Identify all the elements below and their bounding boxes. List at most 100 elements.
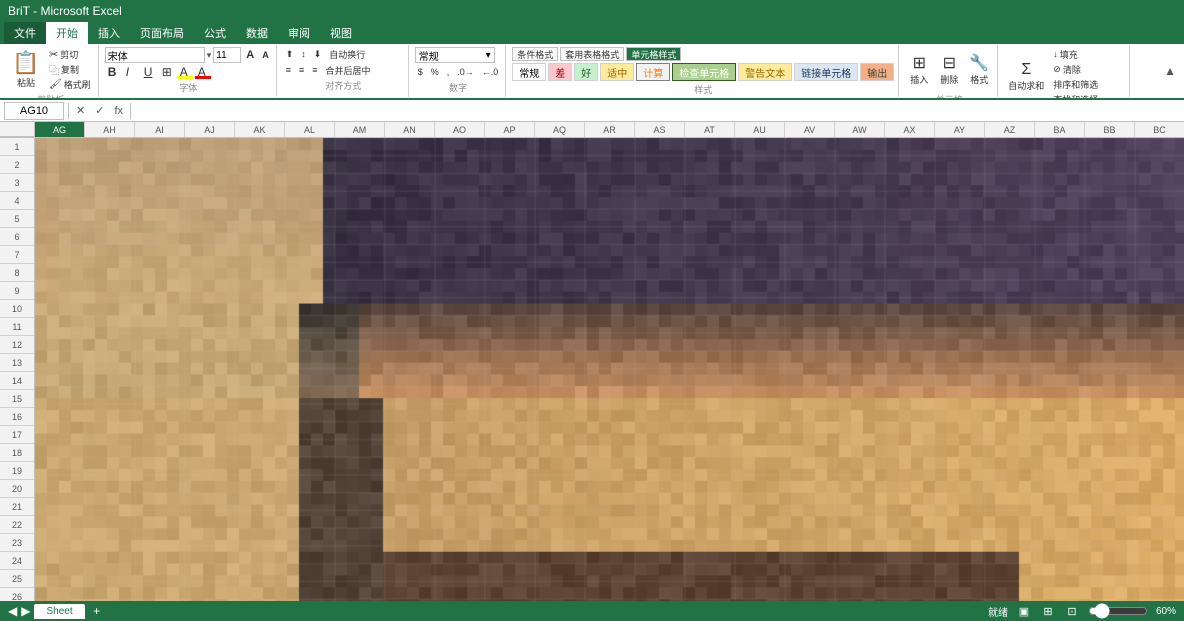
row-header-4[interactable]: 4 <box>0 192 34 210</box>
col-header-AT[interactable]: AT <box>685 122 735 137</box>
col-header-AY[interactable]: AY <box>935 122 985 137</box>
increase-decimal-button[interactable]: .0→ <box>454 65 477 79</box>
style-good[interactable]: 好 <box>574 63 598 81</box>
cancel-formula-button[interactable]: ✕ <box>73 104 88 117</box>
normal-view-button[interactable]: ▣ <box>1016 603 1032 619</box>
add-sheet-button[interactable]: + <box>89 603 105 619</box>
row-header-23[interactable]: 23 <box>0 534 34 552</box>
number-format-dropdown[interactable]: 常规 ▾ <box>415 47 495 63</box>
col-header-AN[interactable]: AN <box>385 122 435 137</box>
copy-button[interactable]: ⿻ 复制 <box>46 62 94 76</box>
row-header-13[interactable]: 13 <box>0 354 34 372</box>
row-header-14[interactable]: 14 <box>0 372 34 390</box>
row-header-3[interactable]: 3 <box>0 174 34 192</box>
col-header-AL[interactable]: AL <box>285 122 335 137</box>
insert-cells-button[interactable]: ⊞ 插入 <box>905 47 933 91</box>
col-header-AM[interactable]: AM <box>335 122 385 137</box>
style-linked[interactable]: 链接单元格 <box>794 63 858 81</box>
zoom-slider[interactable] <box>1088 607 1148 615</box>
cell-styles-button[interactable]: 单元格样式 <box>626 47 681 61</box>
prev-sheet-button[interactable]: ◀ <box>8 604 17 618</box>
comma-button[interactable]: , <box>444 65 453 79</box>
format-cells-button[interactable]: 🔧 格式 <box>965 47 993 91</box>
col-header-AV[interactable]: AV <box>785 122 835 137</box>
align-center-button[interactable]: ≡ <box>296 63 307 77</box>
cells-area[interactable] <box>35 138 1184 601</box>
row-header-21[interactable]: 21 <box>0 498 34 516</box>
next-sheet-button[interactable]: ▶ <box>21 604 30 618</box>
col-header-AR[interactable]: AR <box>585 122 635 137</box>
cut-button[interactable]: ✂ 剪切 <box>46 47 94 61</box>
format-painter-button[interactable]: 🖌 格式刷 <box>46 77 94 91</box>
border-button[interactable]: ⊞ <box>159 65 175 79</box>
row-header-20[interactable]: 20 <box>0 480 34 498</box>
wrap-text-button[interactable]: 自动换行 <box>326 47 368 61</box>
row-header-18[interactable]: 18 <box>0 444 34 462</box>
col-header-AQ[interactable]: AQ <box>535 122 585 137</box>
align-middle-button[interactable]: ↕ <box>298 47 309 61</box>
row-header-9[interactable]: 9 <box>0 282 34 300</box>
fill-button[interactable]: ↓ 填充 <box>1050 47 1101 61</box>
col-header-AW[interactable]: AW <box>835 122 885 137</box>
tab-data[interactable]: 数据 <box>236 22 278 44</box>
tab-insert[interactable]: 插入 <box>88 22 130 44</box>
percent-button[interactable]: % <box>428 65 442 79</box>
col-header-AZ[interactable]: AZ <box>985 122 1035 137</box>
col-header-AO[interactable]: AO <box>435 122 485 137</box>
paste-button[interactable]: 📋 粘贴 <box>8 47 44 91</box>
align-bottom-button[interactable]: ⬇ <box>311 47 325 61</box>
decrease-decimal-button[interactable]: ←.0 <box>479 65 502 79</box>
col-header-AS[interactable]: AS <box>635 122 685 137</box>
page-layout-button[interactable]: ⊞ <box>1040 603 1056 619</box>
col-header-AJ[interactable]: AJ <box>185 122 235 137</box>
table-format-button[interactable]: 套用表格格式 <box>560 47 624 61</box>
style-warn[interactable]: 警告文本 <box>738 63 792 81</box>
row-header-17[interactable]: 17 <box>0 426 34 444</box>
align-top-button[interactable]: ⬆ <box>283 47 297 61</box>
underline-button[interactable]: U <box>141 65 157 79</box>
clear-button[interactable]: ⊘ 清除 <box>1050 62 1101 76</box>
sort-filter-button[interactable]: 排序和筛选 <box>1050 77 1101 91</box>
font-name-input[interactable] <box>105 47 205 63</box>
delete-cells-button[interactable]: ⊟ 删除 <box>935 47 963 91</box>
increase-font-button[interactable]: A <box>243 48 257 62</box>
row-header-11[interactable]: 11 <box>0 318 34 336</box>
col-header-BB[interactable]: BB <box>1085 122 1135 137</box>
fill-color-button[interactable]: A <box>177 65 193 79</box>
col-header-AP[interactable]: AP <box>485 122 535 137</box>
row-header-15[interactable]: 15 <box>0 390 34 408</box>
style-calc[interactable]: 计算 <box>636 63 670 81</box>
find-select-button[interactable]: 查找和选择 <box>1050 92 1101 100</box>
style-check[interactable]: 检查单元格 <box>672 63 736 81</box>
row-header-22[interactable]: 22 <box>0 516 34 534</box>
style-neutral[interactable]: 适中 <box>600 63 634 81</box>
row-header-25[interactable]: 25 <box>0 570 34 588</box>
col-header-BC[interactable]: BC <box>1135 122 1184 137</box>
row-header-10[interactable]: 10 <box>0 300 34 318</box>
col-header-AI[interactable]: AI <box>135 122 185 137</box>
ribbon-expand[interactable]: ▲ <box>1160 62 1180 80</box>
col-header-AG[interactable]: AG <box>35 122 85 137</box>
cell-reference-input[interactable] <box>4 102 64 120</box>
bold-button[interactable]: B <box>105 65 121 79</box>
row-header-24[interactable]: 24 <box>0 552 34 570</box>
tab-home[interactable]: 开始 <box>46 22 88 44</box>
tab-review[interactable]: 审阅 <box>278 22 320 44</box>
tab-layout[interactable]: 页面布局 <box>130 22 194 44</box>
merge-button[interactable]: 合并后居中 <box>323 63 374 77</box>
fx-button[interactable]: fx <box>111 105 126 117</box>
align-right-button[interactable]: ≡ <box>309 63 320 77</box>
confirm-formula-button[interactable]: ✓ <box>92 104 107 117</box>
row-header-12[interactable]: 12 <box>0 336 34 354</box>
conditional-format-button[interactable]: 条件格式 <box>512 47 558 61</box>
decrease-font-button[interactable]: A <box>259 48 272 62</box>
row-header-8[interactable]: 8 <box>0 264 34 282</box>
style-bad[interactable]: 差 <box>548 63 572 81</box>
formula-input[interactable] <box>135 102 1180 120</box>
font-size-input[interactable] <box>213 47 241 63</box>
row-header-5[interactable]: 5 <box>0 210 34 228</box>
row-header-19[interactable]: 19 <box>0 462 34 480</box>
style-output[interactable]: 输出 <box>860 63 894 81</box>
row-header-16[interactable]: 16 <box>0 408 34 426</box>
auto-sum-button[interactable]: Σ 自动求和 <box>1004 55 1048 99</box>
